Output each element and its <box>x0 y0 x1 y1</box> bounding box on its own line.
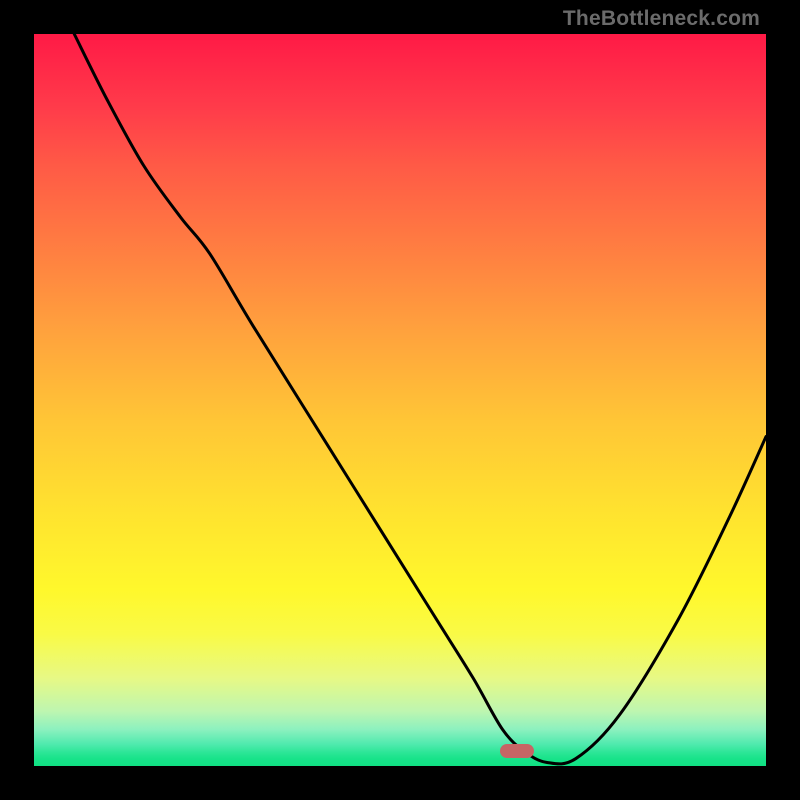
watermark-text: TheBottleneck.com <box>563 7 760 31</box>
optimal-marker <box>500 744 534 758</box>
chart-plot-area <box>34 34 766 766</box>
